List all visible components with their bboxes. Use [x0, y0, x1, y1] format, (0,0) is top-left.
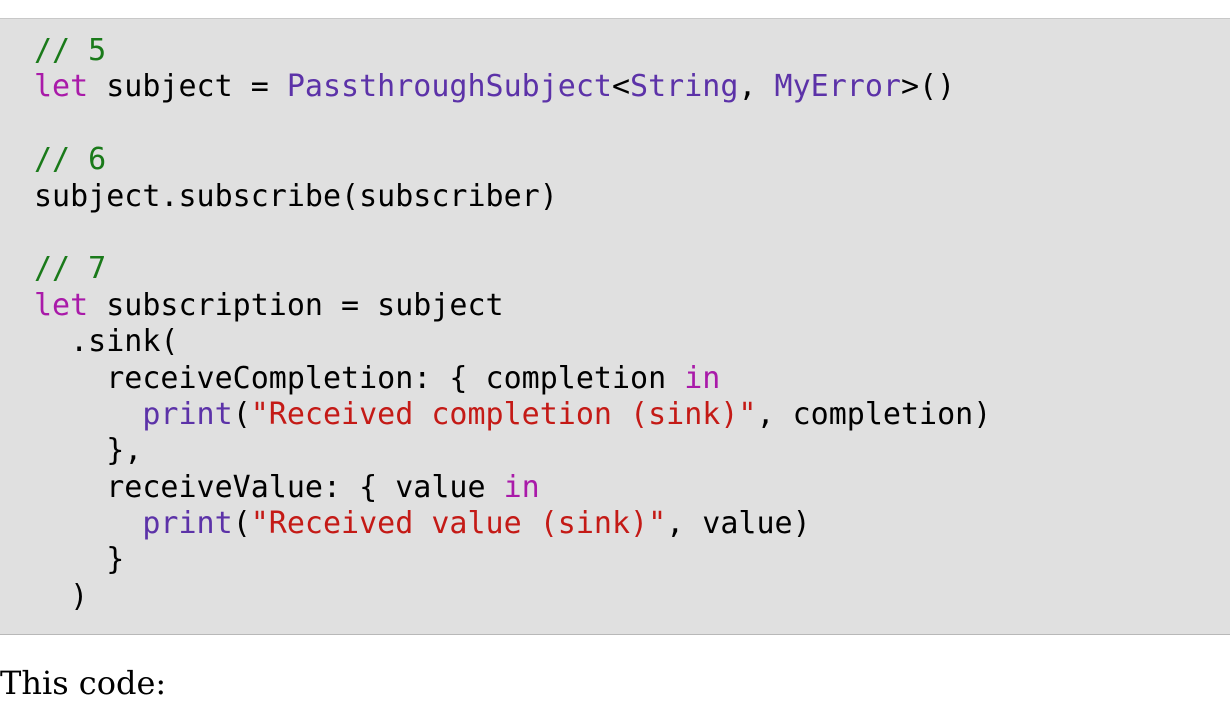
- code-block: // 5 let subject = PassthroughSubject<Str…: [0, 18, 1230, 635]
- code-string: "Received value (sink)": [250, 506, 667, 542]
- code-line-4: // 6: [34, 142, 1230, 178]
- code-comment: // 6: [34, 142, 107, 178]
- code-text: subject.subscribe(subscriber): [34, 178, 558, 214]
- code-line-15: }: [34, 542, 1230, 578]
- code-text: (: [232, 396, 251, 432]
- code-function: print: [142, 396, 233, 432]
- code-text: }: [34, 542, 125, 578]
- code-text: >(): [900, 69, 956, 105]
- code-function: print: [142, 506, 233, 542]
- code-text: receiveCompletion: { completion: [34, 360, 685, 396]
- code-line-8: let subscription = subject: [34, 288, 1230, 324]
- code-text: receiveValue: { value: [34, 469, 504, 505]
- code-line-12: },: [34, 433, 1230, 469]
- body-paragraph: This code:: [0, 664, 167, 702]
- code-line-10: receiveCompletion: { completion in: [34, 361, 1230, 397]
- code-line-13: receiveValue: { value in: [34, 470, 1230, 506]
- code-line-14: print("Received value (sink)", value): [34, 506, 1230, 542]
- code-line-7: // 7: [34, 251, 1230, 287]
- code-keyword: let: [34, 69, 89, 105]
- code-line-9: .sink(: [34, 324, 1230, 360]
- code-text: subscription = subject: [88, 287, 504, 323]
- code-text: , completion): [756, 396, 992, 432]
- code-line-16: ): [34, 579, 1230, 615]
- code-keyword: in: [684, 360, 721, 396]
- code-text: },: [34, 433, 143, 469]
- code-text: , value): [666, 506, 811, 542]
- code-text: subject =: [88, 69, 287, 105]
- code-line-1: // 5: [34, 33, 1230, 69]
- code-text: ): [34, 578, 89, 614]
- code-text: (: [232, 506, 251, 542]
- code-text: .sink(: [34, 324, 179, 360]
- code-comment: // 7: [34, 251, 107, 287]
- code-line-2: let subject = PassthroughSubject<String,…: [34, 69, 1230, 105]
- code-keyword: let: [34, 287, 89, 323]
- code-type: MyError: [774, 69, 901, 105]
- code-type: PassthroughSubject: [286, 69, 612, 105]
- code-comment: // 5: [34, 33, 107, 68]
- code-type: String: [630, 69, 739, 105]
- code-keyword: in: [503, 469, 540, 505]
- code-text: <: [611, 69, 631, 105]
- code-text: ,: [738, 69, 775, 105]
- code-line-5: subject.subscribe(subscriber): [34, 179, 1230, 215]
- code-string: "Received completion (sink)": [250, 396, 757, 432]
- code-line-11: print("Received completion (sink)", comp…: [34, 397, 1230, 433]
